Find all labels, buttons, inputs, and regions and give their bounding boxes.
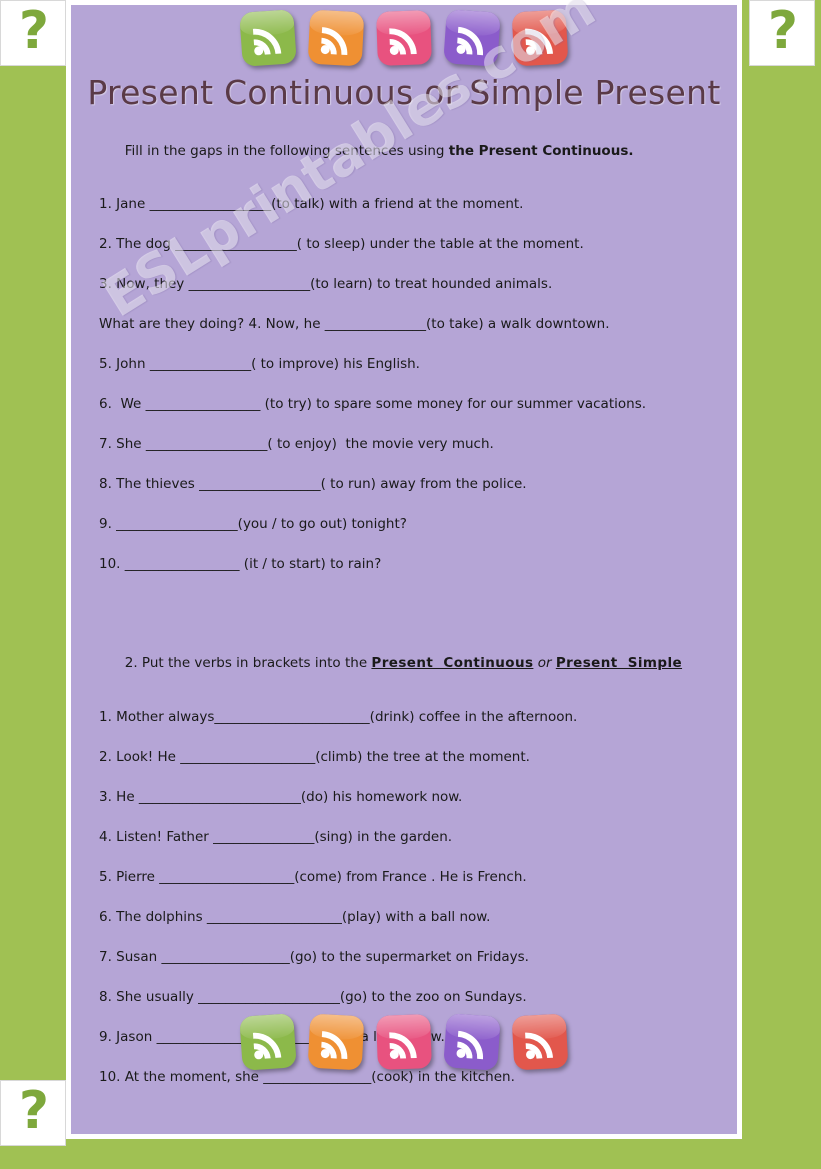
section1-instruction: Fill in the gaps in the following senten… <box>71 131 737 172</box>
section1-item-6: 6. We _________________ (to try) to spar… <box>99 395 647 412</box>
rss-icon-orange <box>307 9 365 67</box>
section2-instruction: 2. Put the verbs in brackets into the Pr… <box>71 644 737 685</box>
rss-icon-pink <box>376 1014 432 1070</box>
rss-icon-purple <box>443 9 501 67</box>
worksheet-sheet: Present Continuous or Simple Present Fil… <box>71 5 737 1134</box>
rss-icon-purple <box>443 1013 501 1071</box>
rss-glyph <box>252 28 282 56</box>
section2-item-1: 1. Mother always_______________________(… <box>99 709 578 725</box>
rss-glyph <box>320 27 348 56</box>
rss-glyph <box>389 1032 417 1059</box>
rss-glyph <box>525 28 553 56</box>
rss-glyph <box>456 26 483 56</box>
page-title: Present Continuous or Simple Present <box>87 73 721 112</box>
rss-glyph <box>456 1030 483 1060</box>
section1-item-8: 8. The thieves __________________( to ru… <box>99 475 527 492</box>
section1-item-7: 7. She __________________( to enjoy) the… <box>99 435 494 452</box>
section2-instruction-plain: 2. Put the verbs in brackets into the <box>124 655 372 671</box>
question-mark-badge-top-left: ? <box>0 0 66 66</box>
rss-icon-green <box>239 9 297 67</box>
section2-instruction-bold-2: Present Simple <box>555 655 683 671</box>
rss-icon-red <box>511 9 569 67</box>
section1-item-4: What are they doing? 4. Now, he ________… <box>99 315 610 332</box>
rss-icon-pink <box>376 10 432 66</box>
section1-instruction-plain: Fill in the gaps in the following senten… <box>124 142 449 159</box>
question-mark-badge-bottom-left: ? <box>0 1080 66 1146</box>
rss-glyph <box>252 1032 282 1060</box>
worksheet-content: Fill in the gaps in the following senten… <box>71 131 737 1111</box>
rss-icon-red <box>511 1013 569 1071</box>
section1-item-10: 10. _________________ (it / to start) to… <box>99 555 382 572</box>
section2-item-4: 4. Listen! Father _______________(sing) … <box>99 829 453 845</box>
question-mark-badge-top-right: ? <box>749 0 815 66</box>
icon-row-top <box>71 9 737 67</box>
question-mark-glyph: ? <box>18 1081 49 1141</box>
section1-item-2: 2. The dog __________________( to sleep)… <box>99 235 584 252</box>
section2-instruction-bold-1: Present Continuous <box>371 655 534 671</box>
question-mark-glyph: ? <box>767 1 798 61</box>
section2-instruction-italic: or <box>533 655 556 671</box>
question-mark-glyph: ? <box>18 1 49 61</box>
section1-item-5: 5. John _______________( to improve) his… <box>99 355 420 372</box>
section1-item-1: 1. Jane __________________(to talk) with… <box>99 195 524 212</box>
rss-icon-orange <box>307 1013 365 1071</box>
section2-item-8: 8. She usually _____________________(go)… <box>99 989 527 1005</box>
rss-glyph <box>525 1032 553 1060</box>
section1-item-3: 3. Now, they __________________(to learn… <box>99 275 553 292</box>
section2-item-10: 10. At the moment, she ________________(… <box>99 1069 515 1085</box>
rss-glyph <box>389 28 417 55</box>
section1-item-9: 9. __________________(you / to go out) t… <box>99 515 407 532</box>
icon-row-bottom <box>71 1013 737 1071</box>
section2-item-6: 6. The dolphins ____________________(pla… <box>99 909 491 925</box>
rss-icon-green <box>239 1013 297 1071</box>
section2-item-5: 5. Pierre ____________________(come) fro… <box>99 869 527 885</box>
section2-item-7: 7. Susan ___________________(go) to the … <box>99 949 529 965</box>
rss-glyph <box>320 1031 348 1060</box>
section1-instruction-bold: the Present Continuous. <box>448 142 634 159</box>
section2-item-2: 2. Look! He ____________________(climb) … <box>99 749 530 765</box>
section2-item-3: 3. He ________________________(do) his h… <box>99 789 463 805</box>
